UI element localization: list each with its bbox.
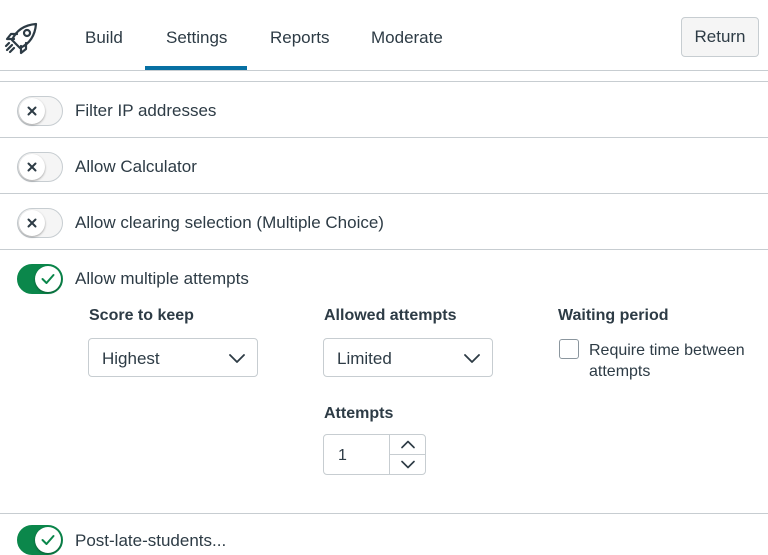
divider bbox=[0, 81, 768, 82]
x-icon bbox=[27, 106, 37, 116]
allow-clearing-selection-label: Allow clearing selection (Multiple Choic… bbox=[75, 213, 384, 232]
allow-clearing-selection-toggle[interactable] bbox=[17, 208, 63, 238]
tab-moderate[interactable]: Moderate bbox=[371, 28, 443, 48]
require-time-checkbox[interactable] bbox=[559, 339, 579, 359]
decrement-button[interactable] bbox=[390, 455, 425, 474]
tab-build[interactable]: Build bbox=[85, 28, 123, 48]
allow-multiple-attempts-label: Allow multiple attempts bbox=[75, 269, 249, 288]
waiting-period-label: Waiting period bbox=[558, 307, 669, 324]
attempts-stepper[interactable]: 1 bbox=[323, 434, 426, 475]
toggle-knob bbox=[19, 98, 45, 124]
check-icon bbox=[41, 274, 55, 284]
return-button[interactable]: Return bbox=[681, 17, 759, 57]
tab-settings[interactable]: Settings bbox=[166, 28, 227, 48]
check-icon bbox=[41, 535, 55, 545]
allow-calculator-label: Allow Calculator bbox=[75, 157, 197, 176]
rocket-icon[interactable] bbox=[4, 20, 40, 56]
require-time-label: Require time between attempts bbox=[589, 342, 745, 380]
tab-reports[interactable]: Reports bbox=[270, 28, 330, 48]
attempts-count-label: Attempts bbox=[324, 405, 394, 422]
increment-button[interactable] bbox=[390, 435, 425, 455]
next-setting-toggle[interactable] bbox=[17, 525, 63, 555]
attempts-value[interactable]: 1 bbox=[338, 447, 347, 465]
allowed-attempts-label: Allowed attempts bbox=[324, 307, 457, 324]
next-setting-label: Post-late-students... bbox=[75, 531, 227, 550]
divider bbox=[0, 193, 768, 194]
score-to-keep-label: Score to keep bbox=[89, 307, 194, 324]
chevron-down-icon bbox=[229, 354, 245, 363]
score-to-keep-value: Highest bbox=[102, 349, 160, 368]
active-tab-indicator bbox=[145, 66, 247, 70]
chevron-down-icon bbox=[400, 460, 415, 469]
divider bbox=[0, 249, 768, 250]
toggle-knob bbox=[35, 527, 61, 553]
allow-multiple-attempts-toggle[interactable] bbox=[17, 264, 63, 294]
score-to-keep-select[interactable]: Highest bbox=[88, 338, 258, 377]
allow-calculator-toggle[interactable] bbox=[17, 152, 63, 182]
filter-ip-label: Filter IP addresses bbox=[75, 101, 217, 120]
chevron-down-icon bbox=[464, 354, 480, 363]
divider bbox=[0, 137, 768, 138]
allowed-attempts-select[interactable]: Limited bbox=[323, 338, 493, 377]
stepper-buttons bbox=[389, 435, 425, 474]
x-icon bbox=[27, 162, 37, 172]
top-nav: Build Settings Reports Moderate Return bbox=[0, 0, 768, 71]
toggle-knob bbox=[19, 210, 45, 236]
toggle-knob bbox=[19, 154, 45, 180]
toggle-knob bbox=[35, 266, 61, 292]
divider bbox=[0, 513, 768, 514]
filter-ip-toggle[interactable] bbox=[17, 96, 63, 126]
x-icon bbox=[27, 218, 37, 228]
chevron-up-icon bbox=[400, 440, 415, 449]
allowed-attempts-value: Limited bbox=[337, 349, 392, 368]
